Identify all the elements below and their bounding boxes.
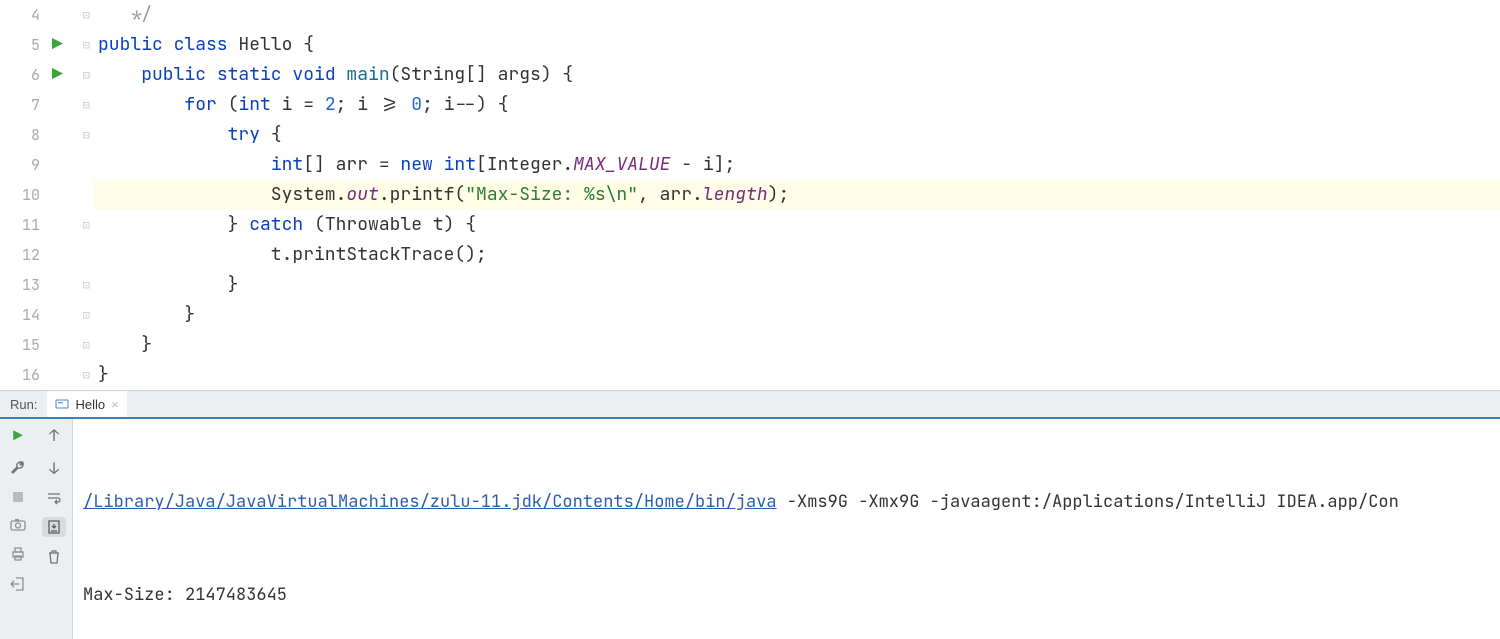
gutter[interactable]: ⊡ <box>46 0 94 30</box>
fold-close-icon[interactable]: ⊡ <box>83 360 90 390</box>
down-arrow-icon[interactable]: ↓ <box>49 458 59 479</box>
code-text[interactable]: for (int i = 2; i >= 0; i--) { <box>94 90 509 120</box>
run-label: Run: <box>0 397 47 412</box>
close-icon[interactable]: × <box>111 397 119 412</box>
code-text[interactable]: } <box>94 270 238 300</box>
code-line[interactable]: 7 ⊟ for (int i = 2; i >= 0; i--) { <box>0 90 1500 120</box>
trash-icon[interactable] <box>47 549 61 565</box>
code-text[interactable]: } <box>94 360 109 390</box>
gutter[interactable]: ⊟ <box>46 120 94 150</box>
line-number[interactable]: 4 <box>0 0 46 30</box>
code-area[interactable]: 4⊡ */5▶⊟public class Hello {6▶⊟ public s… <box>0 0 1500 390</box>
line-number[interactable]: 9 <box>0 150 46 180</box>
run-tab-hello[interactable]: Hello × <box>47 391 126 419</box>
fold-close-icon[interactable]: ⊡ <box>83 330 90 360</box>
code-line[interactable]: 8 ⊟ try { <box>0 120 1500 150</box>
code-text[interactable]: public static void main(String[] args) { <box>94 60 573 90</box>
wrench-icon[interactable] <box>10 460 26 476</box>
fold-open-icon[interactable]: ⊟ <box>83 60 90 90</box>
console-output[interactable]: /Library/Java/JavaVirtualMachines/zulu-1… <box>73 419 1500 639</box>
code-text[interactable]: } catch (Throwable t) { <box>94 210 476 240</box>
fold-close-icon[interactable]: ⊡ <box>83 0 90 30</box>
run-toolbar-left2: ↑ ↓ <box>36 419 73 639</box>
code-line[interactable]: 5▶⊟public class Hello { <box>0 30 1500 60</box>
code-text[interactable]: */ <box>94 0 152 30</box>
code-line[interactable]: 6▶⊟ public static void main(String[] arg… <box>0 60 1500 90</box>
run-line-icon[interactable]: ▶ <box>52 60 63 90</box>
code-text[interactable]: public class Hello { <box>94 30 314 60</box>
code-line[interactable]: 15 ⊡ } <box>0 330 1500 360</box>
gutter[interactable]: ⊡ <box>46 270 94 300</box>
run-toolwindow-body: ▶ ↑ ↓ <box>0 419 1500 639</box>
code-line[interactable]: 4 ⊡ */ <box>0 0 1500 30</box>
code-text[interactable]: try { <box>94 120 282 150</box>
gutter[interactable]: ▶⊟ <box>46 60 94 90</box>
stop-icon[interactable] <box>11 490 25 504</box>
code-text[interactable]: t.printStackTrace(); <box>94 240 487 270</box>
code-line[interactable]: 16 ⊡} <box>0 360 1500 390</box>
java-path-link[interactable]: /Library/Java/JavaVirtualMachines/zulu-1… <box>83 491 777 513</box>
print-icon[interactable] <box>10 546 26 562</box>
code-line[interactable]: 14 ⊡ } <box>0 300 1500 330</box>
run-toolbar-left: ▶ <box>0 419 36 639</box>
line-number[interactable]: 13 <box>0 270 46 300</box>
code-line[interactable]: 10 System.out.printf("Max-Size: %s\n", a… <box>0 180 1500 210</box>
gutter[interactable]: ⊟ <box>46 90 94 120</box>
gutter[interactable]: ⊡ <box>46 210 94 240</box>
gutter[interactable]: ⊡ <box>46 300 94 330</box>
gutter[interactable] <box>46 150 94 180</box>
run-line-icon[interactable]: ▶ <box>52 30 63 60</box>
fold-close-icon[interactable]: ⊡ <box>83 210 90 240</box>
gutter[interactable]: ▶⊟ <box>46 30 94 60</box>
line-number[interactable]: 11 <box>0 210 46 240</box>
fold-open-icon[interactable]: ⊟ <box>83 90 90 120</box>
code-line[interactable]: 11 ⊡ } catch (Throwable t) { <box>0 210 1500 240</box>
camera-icon[interactable] <box>10 518 26 532</box>
code-text[interactable]: } <box>94 300 195 330</box>
line-number[interactable]: 12 <box>0 240 46 270</box>
code-line[interactable]: 9 int[] arr = new int[Integer.MAX_VALUE … <box>0 150 1500 180</box>
code-text[interactable]: int[] arr = new int[Integer.MAX_VALUE - … <box>94 150 735 180</box>
run-tab-label: Hello <box>75 397 105 412</box>
line-number[interactable]: 15 <box>0 330 46 360</box>
scroll-to-end-icon[interactable] <box>42 517 66 537</box>
console-stdout-line: Max-Size: 2147483645 <box>83 580 1490 611</box>
fold-open-icon[interactable]: ⊟ <box>83 30 90 60</box>
run-toolwindow-header: Run: Hello × <box>0 391 1500 419</box>
line-number[interactable]: 7 <box>0 90 46 120</box>
line-number[interactable]: 10 <box>0 180 46 210</box>
code-text[interactable]: System.out.printf("Max-Size: %s\n", arr.… <box>94 180 789 210</box>
run-config-icon <box>55 397 69 411</box>
fold-open-icon[interactable]: ⊟ <box>83 120 90 150</box>
exit-icon[interactable] <box>10 576 26 592</box>
code-line[interactable]: 13 ⊡ } <box>0 270 1500 300</box>
line-number[interactable]: 16 <box>0 360 46 390</box>
fold-close-icon[interactable]: ⊡ <box>83 300 90 330</box>
line-number[interactable]: 8 <box>0 120 46 150</box>
console-command-line: /Library/Java/JavaVirtualMachines/zulu-1… <box>83 487 1490 518</box>
gutter[interactable]: ⊡ <box>46 360 94 390</box>
line-number[interactable]: 5 <box>0 30 46 60</box>
soft-wrap-icon[interactable] <box>46 491 62 505</box>
gutter[interactable] <box>46 180 94 210</box>
up-arrow-icon[interactable]: ↑ <box>49 425 59 446</box>
code-line[interactable]: 12 t.printStackTrace(); <box>0 240 1500 270</box>
line-number[interactable]: 6 <box>0 60 46 90</box>
editor-pane: 4⊡ */5▶⊟public class Hello {6▶⊟ public s… <box>0 0 1500 391</box>
line-number[interactable]: 14 <box>0 300 46 330</box>
run-icon[interactable]: ▶ <box>13 425 23 446</box>
gutter[interactable] <box>46 240 94 270</box>
fold-close-icon[interactable]: ⊡ <box>83 270 90 300</box>
code-text[interactable]: } <box>94 330 152 360</box>
gutter[interactable]: ⊡ <box>46 330 94 360</box>
